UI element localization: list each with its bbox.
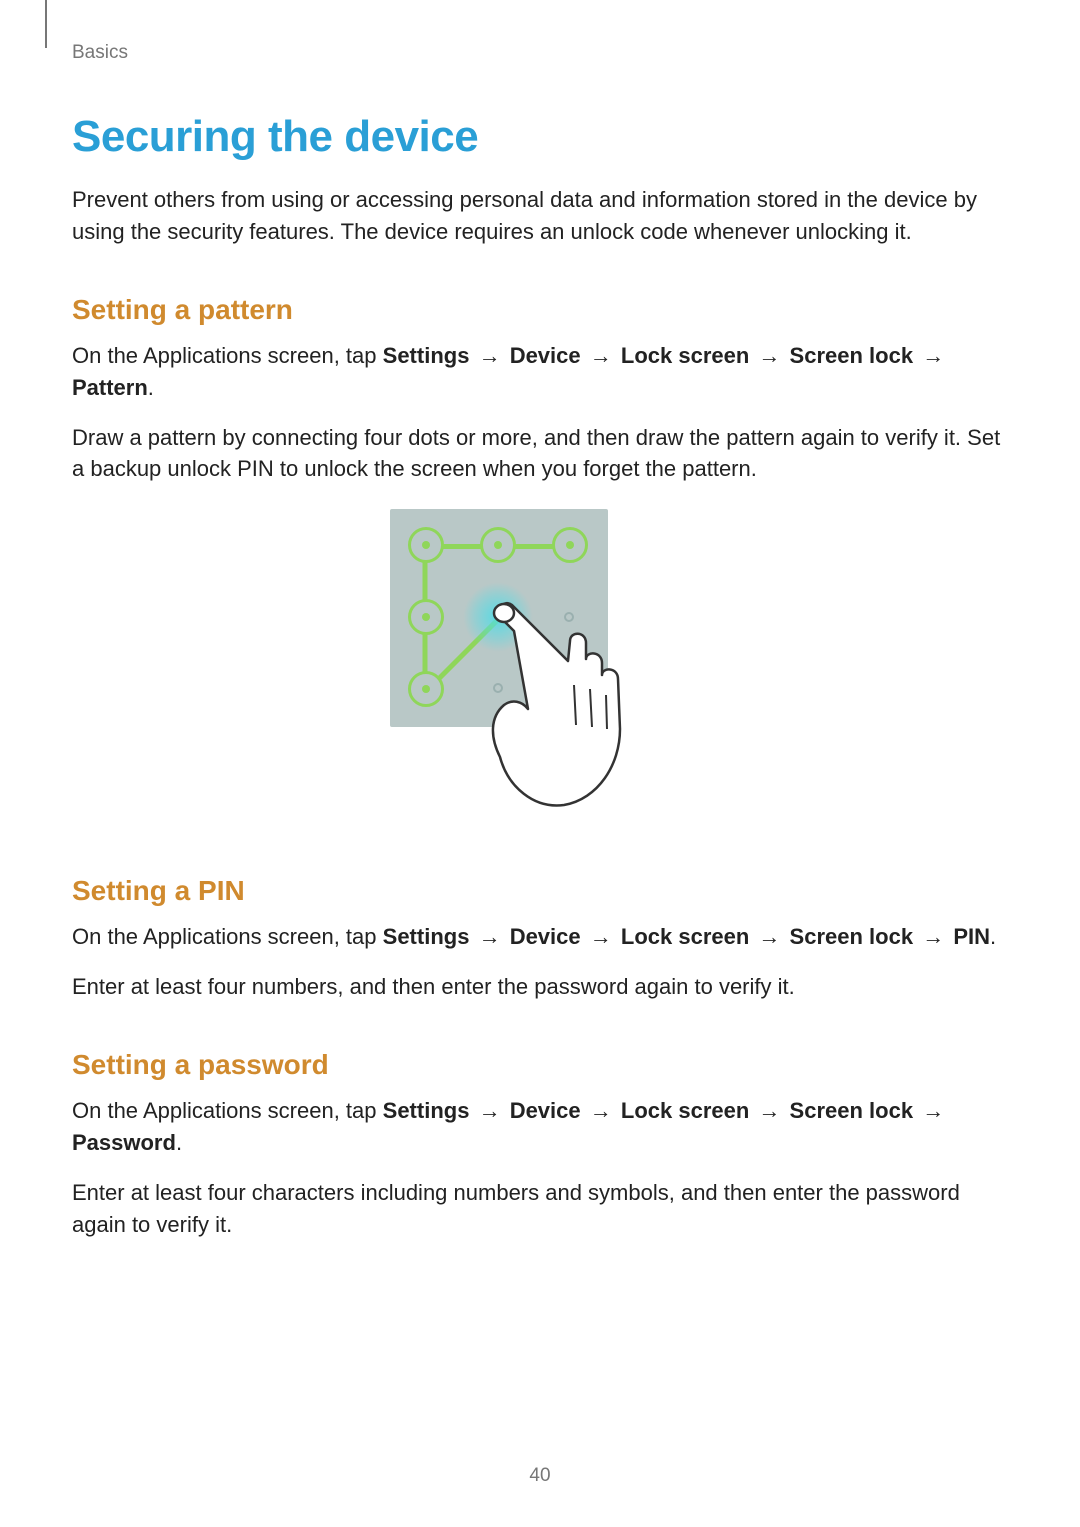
pattern-dot	[408, 599, 444, 635]
heading-pin: Setting a PIN	[72, 875, 1008, 907]
nav-device: Device	[510, 343, 581, 368]
nav-settings: Settings	[383, 924, 470, 949]
pin-path: On the Applications screen, tap Settings…	[72, 921, 1008, 953]
nav-pin: PIN	[953, 924, 990, 949]
arrow-icon: →	[587, 1098, 615, 1123]
password-body: Enter at least four characters including…	[72, 1177, 1008, 1241]
pin-body: Enter at least four numbers, and then en…	[72, 971, 1008, 1003]
arrow-icon: →	[587, 924, 615, 949]
pattern-dot	[552, 527, 588, 563]
nav-screenlock: Screen lock	[790, 924, 914, 949]
nav-screenlock: Screen lock	[790, 1098, 914, 1123]
arrow-icon: →	[919, 343, 947, 368]
nav-lockscreen: Lock screen	[621, 1098, 749, 1123]
page-tab-mark	[45, 0, 47, 48]
pattern-illustration	[72, 509, 1008, 829]
arrow-icon: →	[476, 343, 504, 368]
pattern-dot	[480, 527, 516, 563]
arrow-icon: →	[755, 924, 783, 949]
arrow-icon: →	[919, 924, 947, 949]
period: .	[176, 1130, 182, 1155]
intro-paragraph: Prevent others from using or accessing p…	[72, 184, 1008, 248]
pattern-dot	[408, 527, 444, 563]
hand-pointer-icon	[478, 589, 678, 829]
arrow-icon: →	[755, 343, 783, 368]
text: On the Applications screen, tap	[72, 924, 383, 949]
breadcrumb: Basics	[72, 42, 1008, 64]
pattern-path: On the Applications screen, tap Settings…	[72, 340, 1008, 404]
arrow-icon: →	[587, 343, 615, 368]
pattern-dot	[408, 671, 444, 707]
nav-device: Device	[510, 924, 581, 949]
text: On the Applications screen, tap	[72, 1098, 383, 1123]
nav-lockscreen: Lock screen	[621, 924, 749, 949]
period: .	[148, 375, 154, 400]
heading-password: Setting a password	[72, 1049, 1008, 1081]
nav-device: Device	[510, 1098, 581, 1123]
heading-pattern: Setting a pattern	[72, 294, 1008, 326]
nav-pattern: Pattern	[72, 375, 148, 400]
text: On the Applications screen, tap	[72, 343, 383, 368]
page-title: Securing the device	[72, 112, 1008, 162]
page-number: 40	[0, 1465, 1080, 1487]
nav-screenlock: Screen lock	[790, 343, 914, 368]
arrow-icon: →	[755, 1098, 783, 1123]
nav-lockscreen: Lock screen	[621, 343, 749, 368]
nav-password: Password	[72, 1130, 176, 1155]
arrow-icon: →	[919, 1098, 947, 1123]
period: .	[990, 924, 996, 949]
arrow-icon: →	[476, 924, 504, 949]
arrow-icon: →	[476, 1098, 504, 1123]
password-path: On the Applications screen, tap Settings…	[72, 1095, 1008, 1159]
nav-settings: Settings	[383, 343, 470, 368]
pattern-body: Draw a pattern by connecting four dots o…	[72, 422, 1008, 486]
nav-settings: Settings	[383, 1098, 470, 1123]
